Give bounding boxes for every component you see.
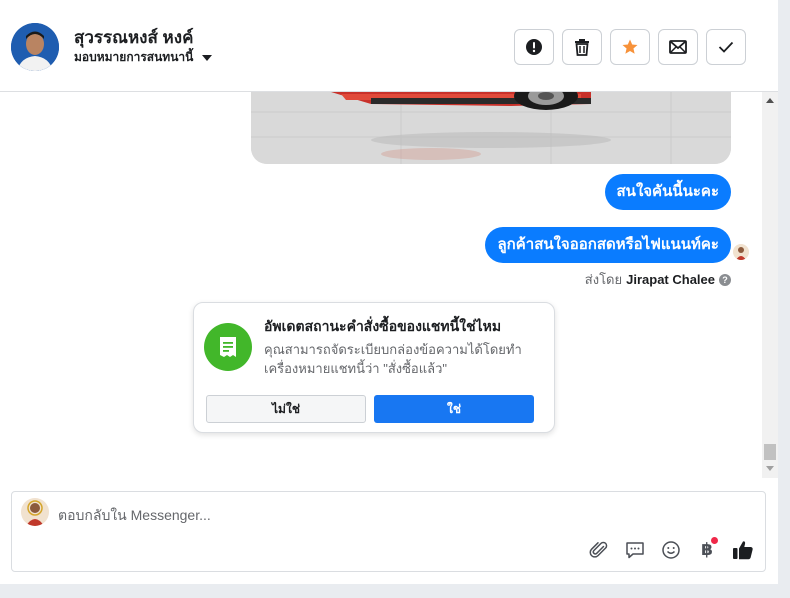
exclamation-circle-icon xyxy=(526,39,542,55)
scrollbar-thumb[interactable] xyxy=(764,444,776,460)
spam-button[interactable] xyxy=(514,29,554,65)
caret-down-icon xyxy=(202,54,213,61)
order-status-prompt-card: อัพเดตสถานะคำสั่งซื้อของแชทนี้ใช่ไหม คุณ… xyxy=(193,302,555,433)
message-bubble[interactable]: ลูกค้าสนใจออกสดหรือไฟแนนท์คะ xyxy=(485,227,731,263)
star-icon xyxy=(622,39,638,54)
conversation-panel: สุวรรณหงส์ หงค์ มอบหมายการสนทนานี้ สนใจค… xyxy=(0,0,778,584)
message-bubble[interactable]: สนใจคันนี้นะคะ xyxy=(604,174,731,210)
scroll-down-arrow-icon[interactable] xyxy=(766,466,774,471)
reply-composer: ฿ xyxy=(11,491,766,572)
sent-by-prefix: ส่งโดย xyxy=(584,272,623,287)
notification-dot xyxy=(711,537,718,544)
car-photo-message[interactable] xyxy=(251,92,731,164)
attachment-icon[interactable] xyxy=(587,538,611,562)
yes-button[interactable]: ใช่ xyxy=(374,395,534,423)
contact-avatar[interactable] xyxy=(11,23,59,71)
thread-scrollbar[interactable] xyxy=(762,92,778,478)
assign-conversation-dropdown[interactable]: มอบหมายการสนทนานี้ xyxy=(74,48,213,67)
scroll-up-arrow-icon[interactable] xyxy=(766,98,774,103)
card-title: อัพเดตสถานะคำสั่งซื้อของแชทนี้ใช่ไหม xyxy=(264,318,502,334)
no-button[interactable]: ไม่ใช่ xyxy=(206,395,366,423)
help-icon[interactable]: ? xyxy=(719,273,731,286)
envelope-icon xyxy=(669,40,687,54)
assign-label: มอบหมายการสนทนานี้ xyxy=(74,50,194,64)
checkmark-icon xyxy=(718,41,734,53)
payment-icon[interactable]: ฿ xyxy=(695,537,719,562)
conversation-header: สุวรรณหงส์ หงค์ มอบหมายการสนทนานี้ xyxy=(0,0,778,92)
seen-indicator-avatar xyxy=(733,244,749,260)
star-button[interactable] xyxy=(610,29,650,65)
card-description: คุณสามารถจัดระเบียบกล่องข้อความได้โดยทำเ… xyxy=(264,342,522,376)
contact-name[interactable]: สุวรรณหงส์ หงค์ xyxy=(74,24,193,51)
sender-name: Jirapat Chalee xyxy=(626,272,715,287)
delete-button[interactable] xyxy=(562,29,602,65)
sent-by-label: ส่งโดย Jirapat Chalee ? xyxy=(585,269,731,290)
like-icon[interactable] xyxy=(731,538,755,562)
receipt-icon xyxy=(204,323,252,371)
saved-replies-icon[interactable] xyxy=(623,538,647,562)
mark-unread-button[interactable] xyxy=(658,29,698,65)
trash-icon xyxy=(575,39,589,56)
agent-avatar xyxy=(21,498,49,526)
emoji-icon[interactable] xyxy=(659,538,683,562)
message-thread[interactable]: สนใจคันนี้นะคะ ลูกค้าสนใจออกสดหรือไฟแนนท… xyxy=(0,92,762,478)
reply-input[interactable] xyxy=(58,504,558,526)
done-button[interactable] xyxy=(706,29,746,65)
